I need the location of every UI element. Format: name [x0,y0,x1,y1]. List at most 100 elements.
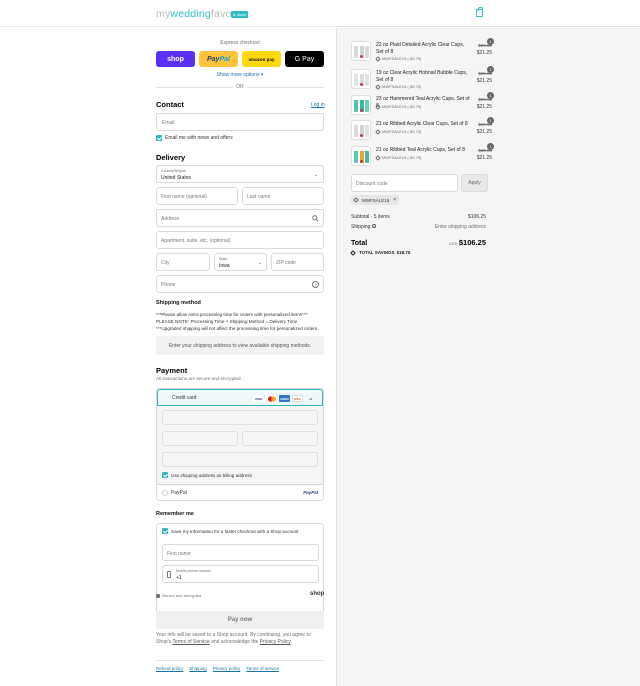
apply-discount-button[interactable]: Apply [461,174,488,192]
item-price: $25.00 $21.25 [477,147,492,162]
total-amount: USD $106.25 [449,238,486,247]
item-price: $25.00 $21.25 [477,96,492,111]
save-info-option[interactable]: Save my information for a faster checkou… [162,528,298,534]
chevron-down-icon: ⌄ [313,172,318,178]
state-select[interactable]: State Iowa ⌄ [214,253,267,271]
google-pay-button[interactable]: G Pay [285,51,324,67]
store-logo[interactable]: myweddingfavors [156,8,241,20]
expiration-field[interactable] [162,431,238,446]
secure-note: Secure and encrypted [156,593,201,598]
credit-card-option[interactable]: Credit card VISA AMEX DISC +3 [157,389,323,406]
credit-card-fields: Use shipping address as billing address [157,406,323,484]
remember-first-name-field[interactable]: First name [162,544,319,561]
legal-text: Your info will be saved to a Shop accoun… [156,632,324,646]
item-price: $25.00 $21.25 [477,121,492,136]
paypal-option[interactable]: PayPal PayPal [157,484,323,501]
save-info-checkbox[interactable] [162,528,168,534]
cup-image [354,74,358,86]
show-more-options-link[interactable]: Show more options ▾ [156,72,324,78]
paypal-button[interactable]: Pay Pal [199,51,238,67]
city-placeholder: City [161,260,170,266]
item-discount-text: MWFSALE15 (-$3.75) [382,56,422,61]
privacy-link[interactable]: Privacy Policy [260,639,291,645]
item-price: $25.00 $21.25 [477,42,492,57]
privacy-policy-link[interactable]: Privacy policy [213,666,241,671]
remember-me-heading: Remember me [156,511,194,517]
discount-code-field[interactable]: Discount code [351,174,458,192]
card-number-field[interactable] [162,410,318,425]
zip-placeholder: ZIP code [276,260,296,266]
paypal-option-label: PayPal [171,490,187,496]
country-select[interactable]: Country/Region United States ⌄ [156,165,324,183]
shipping-methods-placeholder: Enter your shipping address to view avai… [156,336,324,355]
item-discount: MWFSALE15 (-$3.75) [375,104,422,110]
refund-policy-link[interactable]: Refund policy [156,666,183,671]
tag-icon [375,104,381,110]
state-value: Iowa [219,263,230,269]
total-row: Total USD $106.25 [351,238,486,247]
product-thumbnail [351,120,371,140]
shop-pay-button[interactable]: shop [156,51,195,67]
cart-item: 1 21 oz Ribbed Acrylic Clear Cups, Set of… [351,117,494,144]
subtotal-row: Subtotal · 5 items $106.25 [351,214,486,220]
sale-price: $21.25 [476,50,492,56]
email-field[interactable]: Email [156,113,324,131]
page-header: myweddingfavors & more [0,0,640,27]
accent-dot [360,109,363,112]
name-on-card-field[interactable] [162,452,318,467]
cup-image [365,74,369,86]
city-field[interactable]: City [156,253,210,271]
cup-image [365,151,369,163]
amazon-pay-label: amazon pay [248,56,275,62]
credit-card-label: Credit card [172,395,197,401]
more-cards-icon: +3 [308,396,313,401]
lock-icon [156,593,160,598]
accent-dot [360,83,363,86]
shipping-note: PLEASE NOTE: Processing Time + Shipping … [156,319,298,324]
shop-logo: shop [310,591,325,597]
phone-field[interactable]: Phone ? [156,275,324,293]
item-discount-text: MWFSALE15 (-$3.75) [382,84,422,89]
billing-address-label: Use shipping address as billing address [171,472,252,478]
shopping-bag-icon[interactable] [476,7,483,17]
shipping-value: Enter shipping address [434,224,486,230]
cup-image [365,125,369,137]
product-thumbnail [351,146,371,166]
newsletter-option[interactable]: Email me with news and offers [156,135,233,141]
newsletter-label: Email me with news and offers [165,135,233,141]
item-discount-text: MWFSALE15 (-$3.75) [382,129,422,134]
mobile-phone-field[interactable]: Mobile phone number +1 [162,565,319,583]
payment-heading: Payment [156,366,188,375]
help-icon[interactable]: ? [312,281,319,288]
payment-subtitle: All transactions are secure and encrypte… [156,376,242,381]
item-discount-text: MWFSALE15 (-$3.75) [382,104,422,109]
newsletter-checkbox[interactable] [156,135,162,141]
login-link[interactable]: Log in [311,102,325,108]
order-summary: 1 22 oz Plaid Detailed Acrylic Clear Cups… [336,28,640,686]
tag-icon [350,249,356,256]
item-discount: MWFSALE15 (-$3.75) [375,84,422,90]
paypal-radio[interactable] [162,490,168,496]
remove-discount-icon[interactable]: × [393,197,396,203]
product-name: 21 oz Ribbed Acrylic Clear Cups, Set of … [376,121,468,127]
zip-field[interactable]: ZIP code [271,253,324,271]
billing-address-checkbox[interactable] [162,472,168,478]
shipping-policy-link[interactable]: Shipping [189,666,207,671]
terms-of-service-link[interactable]: Terms of service [246,666,279,671]
address-field[interactable]: Address [156,209,324,227]
amazon-pay-button[interactable]: amazon pay [242,51,281,67]
footer-links: Refund policy Shipping Privacy policy Te… [156,666,279,671]
mobile-label: Mobile phone number [176,569,211,573]
logo-prefix: my [156,8,171,20]
first-name-field[interactable]: First name (optional) [156,187,238,205]
billing-address-option[interactable]: Use shipping address as billing address [162,472,252,478]
tag-icon [375,84,381,90]
pay-now-button[interactable]: Pay now [156,611,324,629]
apartment-field[interactable]: Apartment, suite, etc. (optional) [156,231,324,249]
security-code-field[interactable] [242,431,318,446]
google-pay-label: G Pay [294,55,315,63]
cup-image [354,46,358,58]
info-icon[interactable] [371,224,376,228]
last-name-field[interactable]: Last name [242,187,324,205]
terms-link[interactable]: Terms of Service [172,639,209,645]
